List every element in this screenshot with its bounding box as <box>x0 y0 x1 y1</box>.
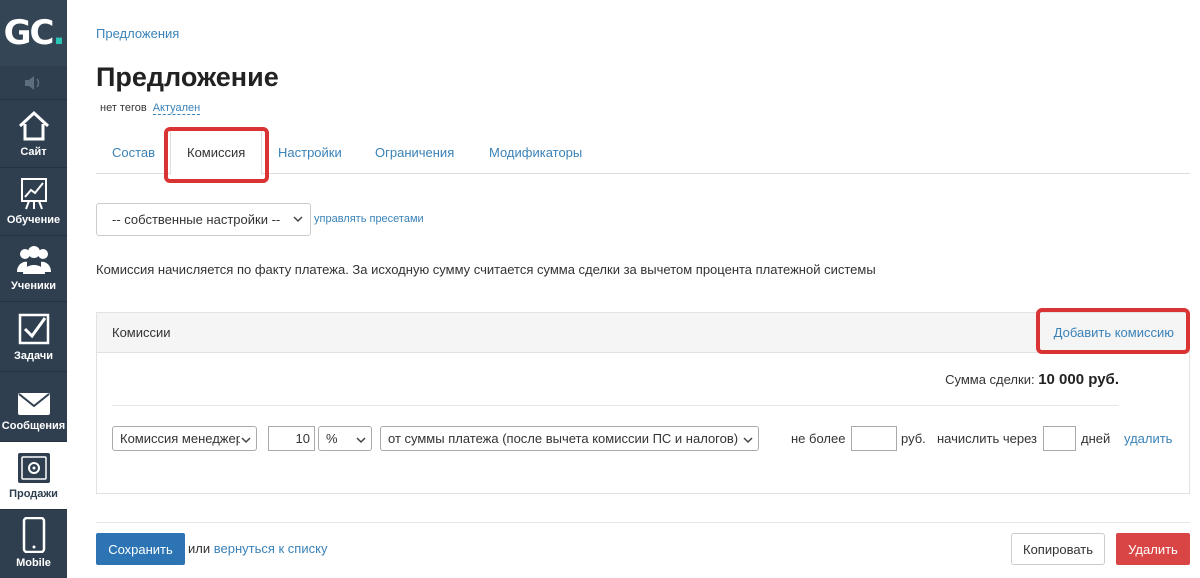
commission-info-text: Комиссия начисляется по факту платежа. З… <box>96 262 876 277</box>
deal-sum-label: Сумма сделки: <box>945 372 1035 387</box>
sidebar-item-mobile[interactable]: Mobile <box>0 510 67 578</box>
sidebar-item-label: Обучение <box>6 214 61 226</box>
main-content: Предложения Предложение нет тегов Актуале… <box>96 0 1190 578</box>
manage-presets-link[interactable]: управлять пресетами <box>314 213 424 225</box>
tab-settings[interactable]: Настройки <box>278 130 342 174</box>
or-label: или <box>188 541 211 556</box>
chart-board-icon <box>20 178 47 210</box>
sidebar-item-sales[interactable]: Продажи <box>0 442 67 510</box>
sidebar-item-label: Задачи <box>14 350 53 362</box>
chevron-down-icon <box>356 437 366 444</box>
logo-text: GC <box>3 13 55 53</box>
delay-days-input[interactable] <box>1043 426 1076 451</box>
gc-logo[interactable]: GC. <box>0 0 67 66</box>
tab-restrictions[interactable]: Ограничения <box>375 130 454 174</box>
chevron-down-icon <box>743 437 753 444</box>
footer-divider <box>96 522 1190 523</box>
chevron-down-icon <box>293 216 303 223</box>
delay-label: начислить через <box>937 431 1037 446</box>
commission-amount-input[interactable]: 10 <box>268 426 315 451</box>
sidebar-item-students[interactable]: Ученики <box>0 236 67 302</box>
tags-row: нет тегов Актуален <box>100 102 201 115</box>
chevron-down-icon <box>240 434 252 446</box>
commission-unit-value: % <box>326 431 338 446</box>
tab-highlight-box <box>164 127 269 183</box>
phone-icon <box>22 517 45 553</box>
delete-button[interactable]: Удалить <box>1116 533 1190 565</box>
divider <box>112 405 1119 406</box>
sidebar-item-site[interactable]: Сайт <box>0 100 67 168</box>
commission-unit-select[interactable]: % <box>318 426 372 451</box>
speaker-icon <box>24 75 39 90</box>
commission-base-value: от суммы платежа (после вычета комиссии … <box>388 431 739 446</box>
sidebar-item-tasks[interactable]: Задачи <box>0 302 67 372</box>
commissions-panel-title: Комиссии <box>112 325 171 340</box>
delete-commission-link[interactable]: удалить <box>1124 431 1172 446</box>
copy-button[interactable]: Копировать <box>1011 533 1105 565</box>
page-title: Предложение <box>96 62 279 92</box>
back-to-list-link[interactable]: вернуться к списку <box>214 541 328 556</box>
sidebar-item-label: Сайт <box>20 146 47 158</box>
max-label: не более <box>791 431 846 446</box>
commission-type-select[interactable]: Комиссия менеджера <box>112 426 257 451</box>
no-tags-label: нет тегов <box>100 102 147 114</box>
users-icon <box>16 246 51 274</box>
sidebar: GC. Сайт Обучение Ученики Задачи Сообщен… <box>0 0 67 578</box>
commission-type-value: Комиссия менеджера <box>120 431 251 446</box>
safe-icon <box>17 453 50 483</box>
preset-select[interactable]: -- собственные настройки -- <box>96 203 311 236</box>
sidebar-item-label: Mobile <box>16 557 51 569</box>
home-icon <box>18 110 49 141</box>
save-button[interactable]: Сохранить <box>96 533 185 565</box>
commissions-panel: Комиссии Добавить комиссию Сумма сделки:… <box>96 312 1190 494</box>
logo-dot: . <box>52 13 65 53</box>
sidebar-item-label: Продажи <box>9 488 58 500</box>
checkbox-icon <box>18 313 49 345</box>
currency-label: руб. <box>901 431 926 446</box>
max-amount-input[interactable] <box>851 426 897 451</box>
breadcrumb[interactable]: Предложения <box>96 26 179 41</box>
sidebar-item-messages[interactable]: Сообщения <box>0 372 67 442</box>
commission-base-select[interactable]: от суммы платежа (после вычета комиссии … <box>380 426 759 451</box>
tab-composition[interactable]: Состав <box>112 130 155 174</box>
speaker-button[interactable] <box>0 66 67 100</box>
commissions-panel-header: Комиссии Добавить комиссию <box>97 313 1189 353</box>
deal-sum: Сумма сделки: 10 000 руб. <box>945 371 1119 388</box>
preset-selected-value: -- собственные настройки -- <box>112 212 281 227</box>
deal-sum-value: 10 000 руб. <box>1038 371 1119 388</box>
days-label: дней <box>1081 431 1111 446</box>
commission-row: Комиссия менеджера 10 % от суммы платежа… <box>97 426 1191 452</box>
sidebar-item-learning[interactable]: Обучение <box>0 168 67 236</box>
add-commission-highlight-box <box>1036 308 1190 354</box>
envelope-icon <box>17 393 50 415</box>
sidebar-item-label: Сообщения <box>1 420 66 432</box>
status-badge[interactable]: Актуален <box>152 102 201 115</box>
or-text: или вернуться к списку <box>188 541 327 556</box>
tab-modifiers[interactable]: Модификаторы <box>489 130 582 174</box>
sidebar-item-label: Ученики <box>10 280 57 292</box>
